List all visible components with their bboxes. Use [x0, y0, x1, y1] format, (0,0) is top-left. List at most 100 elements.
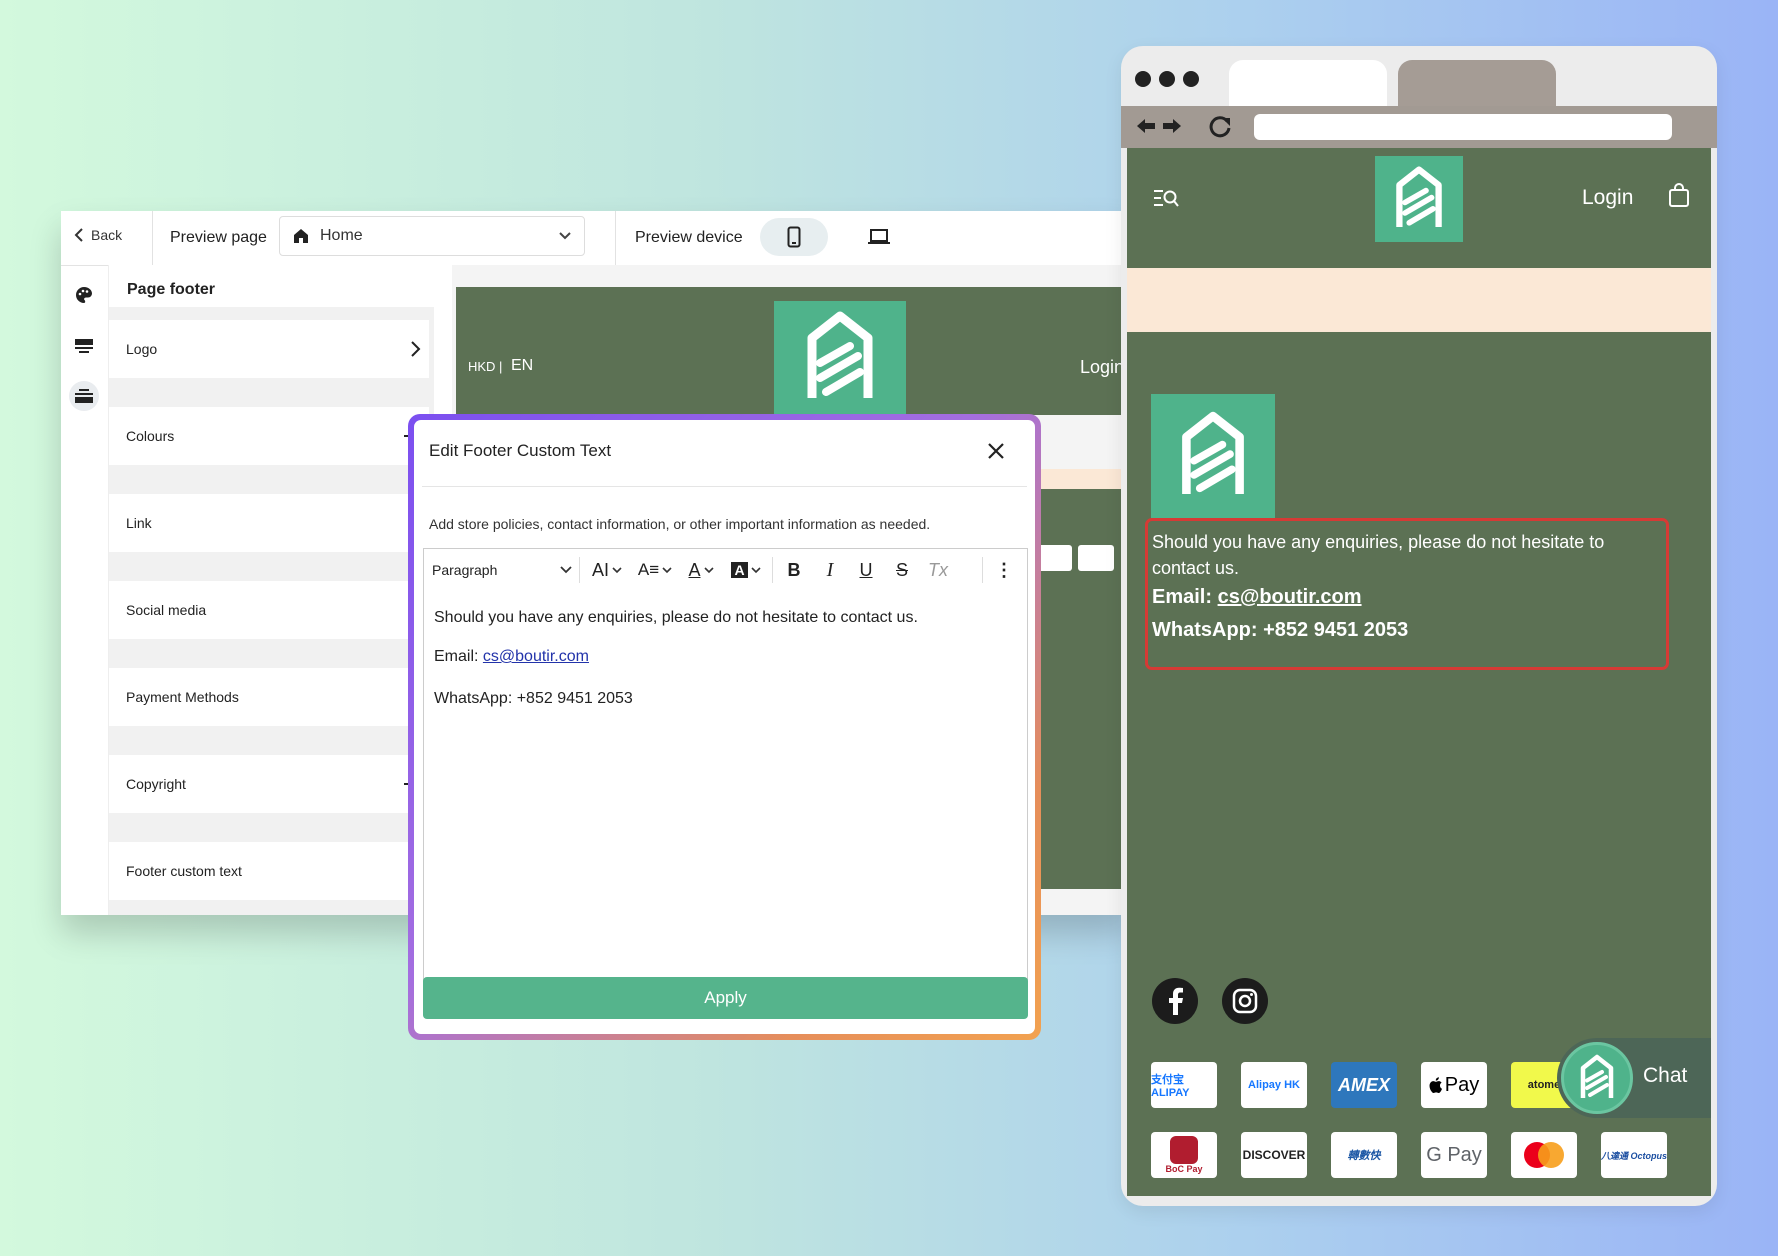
back-button[interactable]: Back: [73, 227, 122, 243]
email-link[interactable]: cs@boutir.com: [483, 648, 589, 665]
editor-icon-rail: [61, 265, 107, 915]
browser-tab-inactive[interactable]: [1398, 60, 1556, 106]
italic-icon: I: [826, 558, 834, 581]
underline-button[interactable]: U: [850, 555, 882, 585]
rich-text-toolbar: Paragraph AI A≡ A A B I U S Tx ⋮: [423, 548, 1028, 592]
browser-tab-active[interactable]: [1229, 60, 1387, 106]
boutir-logo-icon: [1182, 411, 1244, 494]
theme-palette-button[interactable]: [69, 280, 99, 310]
menu-search-icon[interactable]: [1153, 188, 1179, 210]
chat-label: Chat: [1643, 1064, 1688, 1087]
payment-alipay: 支付宝 ALIPAY: [1151, 1062, 1217, 1108]
section-payment-methods[interactable]: Payment Methods: [109, 668, 429, 726]
clear-format-icon: Tx: [928, 559, 948, 580]
footer-email-link[interactable]: cs@boutir.com: [1218, 586, 1362, 608]
preview-page-select[interactable]: Home: [279, 216, 585, 256]
section-label: Colours: [126, 428, 175, 444]
divider: [152, 211, 153, 265]
chevron-down-icon: [703, 567, 714, 574]
header-section-button[interactable]: [69, 331, 99, 361]
instagram-icon: [1232, 988, 1258, 1014]
apply-button[interactable]: Apply: [423, 977, 1028, 1019]
footer-email-line: Email: cs@boutir.com: [1152, 586, 1362, 609]
line-height-button[interactable]: A≡: [634, 555, 676, 585]
back-arrow-icon[interactable]: [1135, 116, 1157, 136]
footer-text-line: Should you have any enquiries, please do…: [1152, 532, 1605, 552]
separator: |: [499, 359, 503, 374]
address-bar[interactable]: [1254, 114, 1672, 140]
strikethrough-icon: S: [895, 559, 908, 580]
mobile-browser-mockup: Login Should you have any enquiries, ple…: [1121, 46, 1717, 1206]
text-color-icon: A: [688, 559, 701, 580]
payment-mastercard: [1511, 1132, 1577, 1178]
currency-label[interactable]: HKD: [468, 359, 495, 374]
rich-text-editor[interactable]: Should you have any enquiries, please do…: [423, 591, 1028, 983]
highlight-icon: A: [731, 562, 748, 578]
facebook-link[interactable]: [1152, 978, 1198, 1024]
section-social-media[interactable]: Social media: [109, 581, 429, 639]
store-logo[interactable]: [774, 301, 906, 415]
editor-topbar: Back Preview page Home Preview device: [61, 211, 1130, 266]
chat-widget-button[interactable]: Chat: [1557, 1038, 1711, 1118]
strikethrough-button[interactable]: S: [886, 555, 918, 585]
chat-avatar: [1561, 1042, 1633, 1114]
section-colours[interactable]: Colours: [109, 407, 429, 465]
close-button[interactable]: [980, 435, 1012, 467]
site-logo[interactable]: [1375, 156, 1463, 242]
italic-button[interactable]: I: [814, 555, 846, 585]
mobile-site-preview: Login Should you have any enquiries, ple…: [1127, 148, 1711, 1196]
payment-discover: DISCOVER: [1241, 1132, 1307, 1178]
instagram-link[interactable]: [1222, 978, 1268, 1024]
section-footer-custom-text[interactable]: Footer custom text: [109, 842, 429, 900]
highlight-color-button[interactable]: A: [726, 555, 766, 585]
divider: [579, 557, 580, 583]
chevron-down-icon: [560, 566, 572, 574]
refresh-icon[interactable]: [1207, 114, 1233, 140]
payment-octopus: 八達通 Octopus: [1601, 1132, 1667, 1178]
footer-logo: [1151, 394, 1275, 518]
section-logo[interactable]: Logo: [109, 320, 429, 378]
line-height-icon: A≡: [637, 560, 660, 579]
bold-button[interactable]: B: [778, 555, 810, 585]
text-color-button[interactable]: A: [682, 555, 720, 585]
forward-arrow-icon[interactable]: [1161, 116, 1183, 136]
close-icon: [988, 443, 1004, 459]
footer-text-line: contact us.: [1152, 558, 1240, 578]
site-login-link[interactable]: Login: [1582, 186, 1633, 210]
shopping-bag-icon[interactable]: [1668, 182, 1690, 208]
desktop-device-button[interactable]: [859, 218, 899, 256]
header-layout-icon: [75, 339, 93, 353]
language-label[interactable]: EN: [511, 357, 533, 375]
bold-icon: B: [787, 559, 801, 580]
font-size-button[interactable]: AI: [586, 555, 628, 585]
window-dot: [1159, 71, 1175, 87]
preview-site-header: HKD | EN Login: [456, 287, 1130, 415]
payment-fps: 轉數快: [1331, 1132, 1397, 1178]
clear-formatting-button[interactable]: Tx: [922, 555, 954, 585]
sidebar-title: Page footer: [127, 281, 216, 298]
footer-section-button[interactable]: [69, 381, 99, 411]
chevron-down-icon: [559, 232, 571, 240]
section-link[interactable]: Link: [109, 494, 429, 552]
mobile-device-button[interactable]: [760, 218, 828, 256]
laptop-icon: [868, 229, 890, 244]
section-copyright[interactable]: Copyright: [109, 755, 429, 813]
divider: [422, 486, 1027, 487]
payment-alipayhk: Alipay HK: [1241, 1062, 1307, 1108]
preview-page-label: Preview page: [170, 229, 267, 246]
boc-pay-logo-icon: [1170, 1136, 1198, 1164]
more-options-button[interactable]: ⋮: [988, 555, 1020, 585]
section-label: Link: [126, 515, 152, 531]
font-size-icon: AI: [591, 559, 609, 580]
more-icon: ⋮: [995, 559, 1013, 580]
boc-pay-label: BoC Pay: [1165, 1164, 1203, 1174]
home-icon: [294, 229, 308, 243]
chevron-down-icon: [662, 567, 672, 574]
divider: [982, 557, 983, 583]
chevron-right-icon: [411, 341, 421, 357]
preview-device-label: Preview device: [635, 229, 743, 246]
preview-login-link[interactable]: Login: [1080, 357, 1124, 378]
palette-icon: [76, 287, 92, 303]
block-format-select[interactable]: Paragraph: [432, 555, 572, 585]
footer-layout-icon: [75, 389, 93, 403]
